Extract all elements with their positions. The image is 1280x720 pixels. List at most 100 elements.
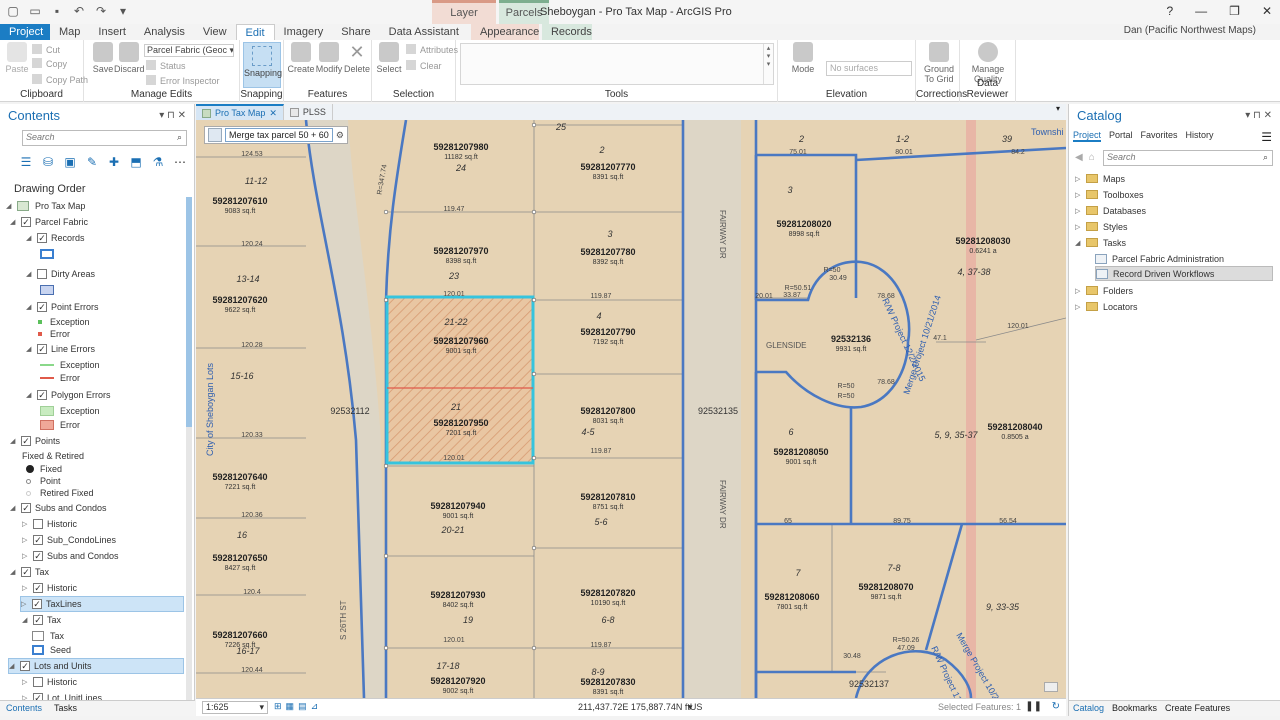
search-icon[interactable]: ⌕: [177, 132, 182, 143]
list-by-drawing-order-icon[interactable]: ☰: [18, 154, 34, 170]
layer-tree-item[interactable]: ◢ ✓ Records: [26, 230, 85, 246]
expand-icon[interactable]: ▷: [22, 552, 30, 560]
tab-view[interactable]: View: [194, 24, 236, 40]
expand-icon[interactable]: ▷: [21, 600, 29, 608]
catalog-item-maps[interactable]: ▷ Maps: [1075, 171, 1125, 186]
redo-icon[interactable]: ↷: [94, 4, 108, 18]
back-icon[interactable]: ◀: [1075, 152, 1083, 163]
layer-tree-item[interactable]: ▷ Historic: [22, 516, 77, 532]
home-icon[interactable]: ⌂: [1089, 152, 1095, 163]
catalog-item-task[interactable]: Parcel Fabric Administration: [1095, 251, 1224, 266]
catalog-item-styles[interactable]: ▷ Styles: [1075, 219, 1128, 234]
catalog-item-databases[interactable]: ▷ Databases: [1075, 203, 1146, 218]
layer-tree-item[interactable]: ◢ ✓ Tax: [10, 564, 49, 580]
contents-search-input[interactable]: Search ⌕: [22, 130, 187, 146]
select-button[interactable]: Select: [374, 42, 404, 74]
layer-checkbox[interactable]: ✓: [33, 551, 43, 561]
tools-gallery-scroll[interactable]: ▴ ▾ ▾: [763, 44, 773, 84]
layer-checkbox[interactable]: ✓: [33, 535, 43, 545]
catalog-item-tasks[interactable]: ◢ Tasks: [1075, 235, 1126, 250]
layer-tree-item[interactable]: ◢ ✓ Subs and Condos: [10, 500, 107, 516]
expand-icon[interactable]: ▷: [22, 536, 30, 544]
layer-checkbox[interactable]: ✓: [21, 503, 31, 513]
layer-tree-item[interactable]: ◢ ✓ Line Errors: [26, 341, 95, 357]
tab-project[interactable]: Project: [0, 24, 50, 40]
minimize-icon[interactable]: —: [1195, 4, 1207, 18]
save-project-icon[interactable]: ▪: [50, 4, 64, 18]
collapse-icon[interactable]: ◢: [1075, 239, 1083, 247]
list-by-selection-icon[interactable]: ▣: [62, 154, 78, 170]
expand-icon[interactable]: ▷: [22, 520, 30, 528]
close-icon[interactable]: ✕: [269, 108, 277, 119]
close-icon[interactable]: ✕: [1262, 4, 1272, 18]
expand-icon[interactable]: ▷: [1075, 207, 1083, 215]
map-canvas[interactable]: 59281207980 59281207770 59281207610 5928…: [196, 120, 1066, 698]
tab-map[interactable]: Map: [50, 24, 89, 40]
layer-checkbox[interactable]: ✓: [21, 567, 31, 577]
active-task-chip[interactable]: Merge tax parcel 50 + 60 ⚙: [204, 126, 348, 144]
pause-drawing-icon[interactable]: ❚❚: [1025, 701, 1042, 712]
tab-catalog-history[interactable]: History: [1186, 130, 1214, 142]
search-icon[interactable]: ⌕: [1263, 152, 1268, 163]
expand-icon[interactable]: ▷: [22, 584, 30, 592]
layer-checkbox[interactable]: ✓: [32, 599, 42, 609]
collapse-icon[interactable]: ◢: [26, 303, 34, 311]
contents-scrollbar[interactable]: [186, 197, 192, 705]
copy-path-button[interactable]: Copy Path: [32, 74, 88, 85]
layer-checkbox[interactable]: ✓: [33, 615, 43, 625]
expand-icon[interactable]: ▷: [22, 678, 30, 686]
snapping-button[interactable]: Snapping: [243, 42, 282, 88]
layer-tree-item[interactable]: ▷ ✓ Sub_CondoLines: [22, 532, 116, 548]
collapse-icon[interactable]: ◢: [10, 504, 18, 512]
new-project-icon[interactable]: ▢: [6, 4, 20, 18]
collapse-icon[interactable]: ◢: [22, 616, 30, 624]
collapse-icon[interactable]: ◢: [26, 391, 34, 399]
clear-selection-button[interactable]: Clear: [406, 60, 442, 71]
layer-checkbox[interactable]: [37, 269, 47, 279]
list-by-perspective-icon[interactable]: ⚗: [150, 154, 166, 170]
fixed-zoom-icon[interactable]: ⊞: [274, 701, 282, 712]
layer-tree-item[interactable]: ◢ Dirty Areas: [26, 266, 95, 282]
tab-catalog-favorites[interactable]: Favorites: [1141, 130, 1178, 142]
signed-in-user[interactable]: Dan (Pacific Northwest Maps): [1124, 25, 1256, 36]
copy-button[interactable]: Copy: [32, 58, 67, 69]
tab-imagery[interactable]: Imagery: [275, 24, 333, 40]
catalog-item-folders[interactable]: ▷ Folders: [1075, 283, 1133, 298]
tab-catalog-project[interactable]: Project: [1073, 130, 1102, 142]
tab-bookmarks[interactable]: Bookmarks: [1108, 701, 1161, 715]
collapse-icon[interactable]: ◢: [26, 345, 34, 353]
layer-checkbox[interactable]: ✓: [20, 661, 30, 671]
table-icon[interactable]: ▤: [298, 701, 307, 712]
collapse-icon[interactable]: ◢: [26, 270, 34, 278]
collapse-icon[interactable]: ◢: [6, 202, 14, 210]
catalog-pane-controls[interactable]: ▾ ⊓ ✕: [1245, 110, 1272, 121]
layer-checkbox[interactable]: ✓: [37, 302, 47, 312]
tab-appearance[interactable]: Appearance: [470, 24, 539, 40]
ground-to-grid-button[interactable]: Ground To Grid: [922, 42, 956, 84]
list-by-labeling-icon[interactable]: ⬒: [128, 154, 144, 170]
tab-data-assistant[interactable]: Data Assistant: [380, 24, 468, 40]
expand-icon[interactable]: ▷: [1075, 175, 1083, 183]
layer-tree-item[interactable]: ◢ ✓ Lots and Units: [8, 658, 184, 674]
tools-gallery[interactable]: ▴ ▾ ▾: [460, 43, 774, 85]
layer-checkbox[interactable]: [33, 519, 43, 529]
tab-records[interactable]: Records: [541, 24, 592, 40]
paste-button[interactable]: Paste: [2, 42, 32, 74]
expand-icon[interactable]: ▷: [1075, 223, 1083, 231]
gear-icon[interactable]: ⚙: [336, 130, 344, 141]
tab-tasks[interactable]: Tasks: [48, 701, 83, 715]
discard-edits-button[interactable]: Discard: [114, 42, 145, 74]
layer-checkbox[interactable]: ✓: [37, 344, 47, 354]
collapse-icon[interactable]: ◢: [10, 437, 18, 445]
map-tab-plss[interactable]: PLSS: [284, 104, 333, 120]
open-project-icon[interactable]: ▭: [28, 4, 42, 18]
layer-tree-item[interactable]: ◢ ✓ Point Errors: [26, 299, 99, 315]
tab-catalog[interactable]: Catalog: [1069, 701, 1108, 715]
expand-icon[interactable]: ▷: [1075, 303, 1083, 311]
catalog-item-toolboxes[interactable]: ▷ Toolboxes: [1075, 187, 1144, 202]
tab-share[interactable]: Share: [332, 24, 379, 40]
tab-contents[interactable]: Contents: [0, 701, 48, 715]
collapse-icon[interactable]: ◢: [9, 662, 17, 670]
layer-checkbox[interactable]: ✓: [37, 390, 47, 400]
customize-icon[interactable]: ▾: [116, 4, 130, 18]
